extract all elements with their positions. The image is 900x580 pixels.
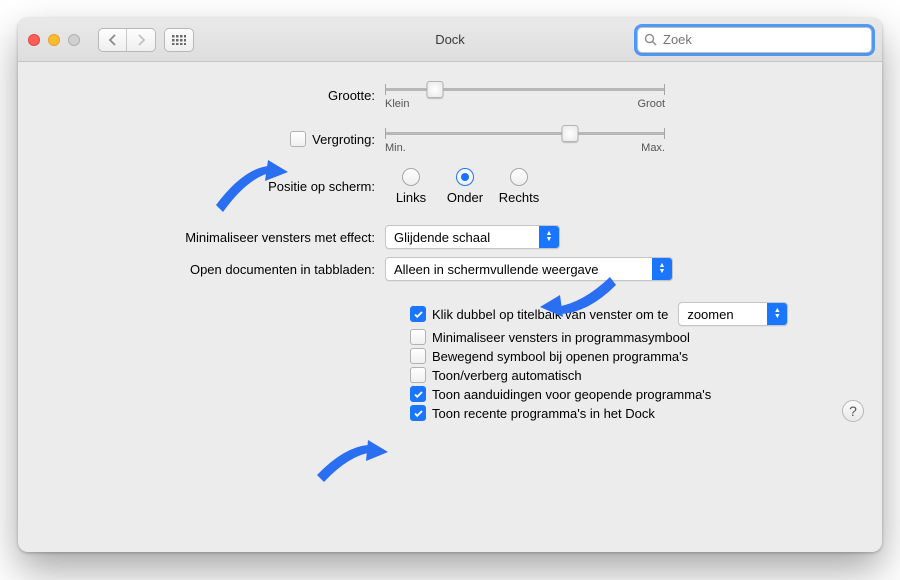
open-tabs-row: Open documenten in tabbladen: Alleen in … bbox=[40, 257, 860, 281]
double-click-row: Klik dubbel op titelbalk van venster om … bbox=[410, 302, 860, 326]
radio-left-label: Links bbox=[396, 190, 426, 205]
search-field[interactable] bbox=[637, 27, 872, 53]
size-slider[interactable] bbox=[385, 80, 665, 98]
close-icon[interactable] bbox=[28, 34, 40, 46]
traffic-lights bbox=[28, 34, 80, 46]
minimize-into-icon-checkbox[interactable] bbox=[410, 329, 426, 345]
position-left-radio[interactable] bbox=[402, 168, 420, 186]
minimize-into-icon-row: Minimaliseer vensters in programmasymboo… bbox=[410, 329, 860, 345]
position-radiogroup: Links Onder Rechts bbox=[385, 168, 545, 205]
animate-open-label: Bewegend symbool bij openen programma's bbox=[432, 349, 688, 364]
size-max-label: Groot bbox=[637, 98, 665, 110]
size-min-label: Klein bbox=[385, 98, 409, 110]
position-label: Positie op scherm: bbox=[40, 179, 385, 194]
size-label: Grootte: bbox=[40, 88, 385, 103]
indicators-row: Toon aanduidingen voor geopende programm… bbox=[410, 386, 860, 402]
magnification-min-label: Min. bbox=[385, 142, 406, 154]
prefs-window: Dock Grootte: Klein bbox=[18, 18, 882, 552]
magnification-label: Vergroting: bbox=[312, 132, 375, 147]
open-tabs-value: Alleen in schermvullende weergave bbox=[386, 262, 652, 277]
popup-arrows-icon: ▲▼ bbox=[539, 226, 559, 248]
autohide-checkbox[interactable] bbox=[410, 367, 426, 383]
open-tabs-popup[interactable]: Alleen in schermvullende weergave ▲▼ bbox=[385, 257, 673, 281]
back-button[interactable] bbox=[99, 29, 127, 51]
radio-bottom-label: Onder bbox=[447, 190, 483, 205]
magnification-slider[interactable] bbox=[385, 124, 665, 142]
indicators-checkbox[interactable] bbox=[410, 386, 426, 402]
autohide-label: Toon/verberg automatisch bbox=[432, 368, 582, 383]
zoom-icon[interactable] bbox=[68, 34, 80, 46]
recent-label: Toon recente programma's in het Dock bbox=[432, 406, 655, 421]
double-click-checkbox[interactable] bbox=[410, 306, 426, 322]
animate-open-row: Bewegend symbool bij openen programma's bbox=[410, 348, 860, 364]
show-all-button[interactable] bbox=[164, 28, 194, 52]
help-button[interactable]: ? bbox=[842, 400, 864, 422]
recent-row: Toon recente programma's in het Dock bbox=[410, 405, 860, 421]
autohide-row: Toon/verberg automatisch bbox=[410, 367, 860, 383]
annotation-arrow-icon bbox=[316, 437, 391, 490]
position-right-radio[interactable] bbox=[510, 168, 528, 186]
animate-open-checkbox[interactable] bbox=[410, 348, 426, 364]
minimize-effect-row: Minimaliseer vensters met effect: Glijde… bbox=[40, 225, 860, 249]
help-icon: ? bbox=[849, 403, 857, 419]
minimize-into-icon-label: Minimaliseer vensters in programmasymboo… bbox=[432, 330, 690, 345]
minimize-icon[interactable] bbox=[48, 34, 60, 46]
minimize-effect-label: Minimaliseer vensters met effect: bbox=[40, 230, 385, 245]
content: Grootte: Klein Groot Vergroting: bbox=[18, 62, 882, 436]
magnification-slider-knob[interactable] bbox=[561, 125, 578, 142]
grid-icon bbox=[172, 35, 186, 45]
minimize-effect-popup[interactable]: Glijdende schaal ▲▼ bbox=[385, 225, 560, 249]
double-click-action-value: zoomen bbox=[679, 307, 767, 322]
open-tabs-label: Open documenten in tabbladen: bbox=[40, 262, 385, 277]
nav-segment bbox=[98, 28, 156, 52]
magnification-checkbox[interactable] bbox=[290, 131, 306, 147]
minimize-effect-value: Glijdende schaal bbox=[386, 230, 539, 245]
titlebar: Dock bbox=[18, 18, 882, 62]
popup-arrows-icon: ▲▼ bbox=[652, 258, 672, 280]
double-click-action-popup[interactable]: zoomen ▲▼ bbox=[678, 302, 788, 326]
size-row: Grootte: Klein Groot bbox=[40, 80, 860, 110]
recent-checkbox[interactable] bbox=[410, 405, 426, 421]
indicators-label: Toon aanduidingen voor geopende programm… bbox=[432, 387, 711, 402]
forward-button[interactable] bbox=[127, 29, 155, 51]
search-icon bbox=[644, 33, 657, 46]
double-click-label: Klik dubbel op titelbalk van venster om … bbox=[432, 307, 668, 322]
search-input[interactable] bbox=[661, 31, 865, 48]
magnification-row: Vergroting: Min. Max. bbox=[40, 124, 860, 154]
popup-arrows-icon: ▲▼ bbox=[767, 303, 787, 325]
magnification-max-label: Max. bbox=[641, 142, 665, 154]
size-slider-knob[interactable] bbox=[427, 81, 444, 98]
radio-right-label: Rechts bbox=[499, 190, 539, 205]
position-row: Positie op scherm: Links Onder Rechts bbox=[40, 168, 860, 205]
position-bottom-radio[interactable] bbox=[456, 168, 474, 186]
